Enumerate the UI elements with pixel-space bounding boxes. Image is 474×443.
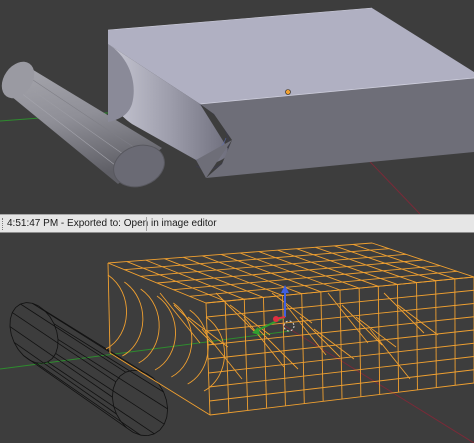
bottom-3d-viewport[interactable] [0, 233, 474, 443]
wire-edge [147, 433, 155, 436]
wire-edge [55, 346, 59, 354]
wire-edge [20, 302, 27, 305]
wire-edge [47, 358, 53, 363]
wire-edge [47, 361, 155, 435]
wire-edge [126, 427, 134, 433]
status-grip [2, 218, 5, 230]
wire-groove-curve [122, 281, 144, 357]
status-bar: 4:51:47 PM - Exported to: Open in image … [0, 214, 474, 233]
wire-edge [17, 349, 24, 356]
wire-edge [159, 423, 165, 431]
wire-edge [56, 331, 59, 340]
x-handle-icon [273, 316, 279, 322]
solid-scene [0, 7, 474, 214]
status-divider [146, 217, 147, 231]
wire-groove-curve [187, 309, 209, 385]
wire-edge [166, 400, 168, 409]
object-origin-dot [285, 89, 291, 95]
wire-edge [112, 397, 114, 406]
wireframe-cylinder [9, 302, 168, 437]
wire-edge [166, 408, 168, 418]
wire-edge [163, 391, 167, 401]
status-message: 4:51:47 PM - Exported to: Open in image … [7, 218, 217, 229]
wire-groove-curve [138, 288, 160, 364]
top-3d-viewport[interactable] [0, 0, 474, 214]
wire-edge [341, 304, 383, 346]
wireframe-scene [0, 242, 474, 443]
wire-edge [10, 334, 15, 343]
wire-edge [9, 326, 113, 398]
wire-edge [112, 381, 117, 390]
wire-edge [163, 416, 168, 425]
wire-edge [26, 302, 33, 304]
wire-edge [159, 292, 201, 344]
wire-edge [173, 304, 215, 346]
wire-edge [9, 312, 13, 320]
wire-edge [257, 328, 299, 370]
wire-edge [44, 310, 154, 379]
wire-edge [11, 307, 17, 313]
wire-edge [109, 352, 211, 416]
wire-edge [15, 303, 21, 308]
wire-groove-curve [154, 295, 176, 371]
wire-edge [299, 316, 341, 358]
wire-edge [154, 429, 161, 435]
wire-edge [383, 292, 425, 334]
grooved-block-object [107, 7, 474, 178]
wire-edge [119, 371, 126, 377]
wire-groove-curve [171, 302, 193, 378]
wire-edge [49, 316, 55, 324]
